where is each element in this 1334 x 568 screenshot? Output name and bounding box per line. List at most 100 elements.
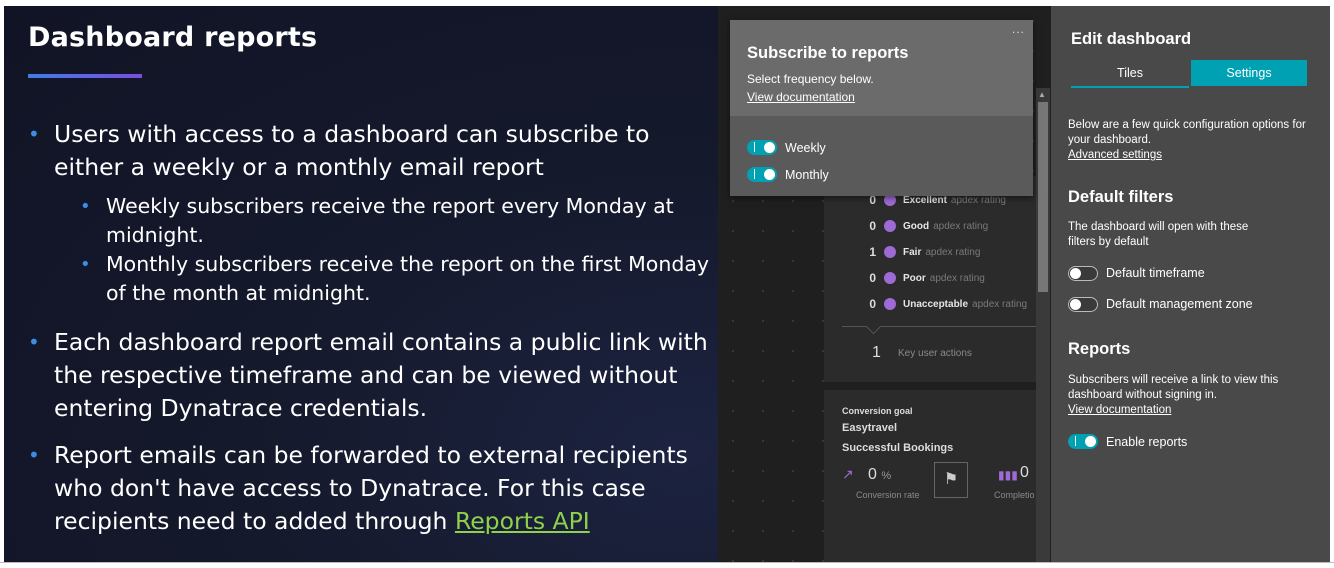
toggle-knob <box>1070 299 1081 310</box>
sub-bullet-item: • Weekly subscribers receive the report … <box>80 192 718 250</box>
completions-value: 0 <box>1020 464 1029 481</box>
apdex-label: Good <box>903 220 930 232</box>
apdex-row: 0 Poor apdex rating <box>824 268 985 288</box>
sub-bullet-text: Weekly subscribers receive the report ev… <box>106 194 674 247</box>
monthly-label: Monthly <box>785 168 829 182</box>
trend-line-icon: ↗ <box>842 466 854 482</box>
bullet-list: • Users with access to a dashboard can s… <box>28 118 718 552</box>
apdex-sub: apdex rating <box>972 298 1028 310</box>
apdex-label: Poor <box>903 272 926 284</box>
apdex-row: 0 Unacceptable apdex rating <box>824 294 1027 314</box>
bullet-dot: • <box>28 443 40 467</box>
reports-heading: Reports <box>1068 340 1131 358</box>
dynatrace-screenshot: 0 Excellent apdex rating 0 Good apdex ra… <box>718 6 1330 562</box>
frame-bottom-border <box>0 562 1334 563</box>
bar-chart-icon: ▮▮▮ <box>998 468 1018 482</box>
bullet-item: • Each dashboard report email contains a… <box>28 326 718 425</box>
monthly-toggle[interactable] <box>747 167 777 182</box>
neutral-face-icon <box>884 246 896 258</box>
apdex-label: Unacceptable <box>903 298 969 310</box>
subscribe-popup: ... Subscribe to reports Select frequenc… <box>730 20 1033 196</box>
default-timeframe-toggle[interactable] <box>1068 266 1098 281</box>
bullet-text-part: Report emails can be forwarded to extern… <box>54 441 688 535</box>
sub-bullet-group: • Weekly subscribers receive the report … <box>28 192 718 308</box>
settings-intro-text: Below are a few quick configuration opti… <box>1068 119 1306 146</box>
toggle-knob <box>1085 436 1096 447</box>
reports-info: Subscribers will receive a link to view … <box>1068 373 1288 418</box>
conversion-rate-unit: % <box>881 470 892 482</box>
apdex-sub: apdex rating <box>950 194 1006 206</box>
popup-title: Subscribe to reports <box>747 44 909 62</box>
bullet-item: • Report emails can be forwarded to exte… <box>28 439 718 538</box>
default-timeframe-label: Default timeframe <box>1106 266 1205 280</box>
toggle-on-mark <box>754 169 755 179</box>
bullet-dot: • <box>28 330 40 354</box>
sub-bullet-item: • Monthly subscribers receive the report… <box>80 250 718 308</box>
settings-intro: Below are a few quick configuration opti… <box>1068 118 1313 163</box>
conversion-goal-tile[interactable]: Conversion goal Easytravel Successful Bo… <box>824 390 1036 562</box>
weekly-toggle[interactable] <box>747 140 777 155</box>
tab-settings[interactable]: Settings <box>1191 60 1307 86</box>
apdex-count: 1 <box>869 245 876 259</box>
default-management-zone-toggle[interactable] <box>1068 297 1098 312</box>
key-actions-label: Key user actions <box>898 348 972 359</box>
conversion-goal-name: Successful Bookings <box>842 442 954 454</box>
sub-bullet-text: Monthly subscribers receive the report o… <box>106 252 710 305</box>
more-options-icon[interactable]: ... <box>1012 22 1025 36</box>
toggle-knob <box>764 142 775 153</box>
enable-reports-label: Enable reports <box>1106 435 1188 449</box>
edit-dashboard-title: Edit dashboard <box>1071 30 1192 48</box>
apdex-label: Fair <box>903 246 922 258</box>
conversion-goal-label: Conversion goal <box>842 406 913 416</box>
conversion-rate-label: Conversion rate <box>856 490 920 500</box>
toggle-on-mark <box>1075 436 1076 446</box>
apdex-count: 0 <box>869 297 876 311</box>
presentation-slide: Dashboard reports • Users with access to… <box>4 6 718 562</box>
apdex-row: 1 Fair apdex rating <box>824 242 980 262</box>
apdex-label: Excellent <box>903 194 947 206</box>
bullet-dot: • <box>28 122 40 146</box>
reports-info-text: Subscribers will receive a link to view … <box>1068 374 1279 401</box>
bullet-text: Report emails can be forwarded to extern… <box>54 439 718 538</box>
apdex-tile[interactable]: 0 Excellent apdex rating 0 Good apdex ra… <box>824 176 1036 382</box>
scroll-up-icon[interactable]: ▲ <box>1038 90 1046 99</box>
bullet-dot: • <box>80 254 91 275</box>
edit-dashboard-panel: Edit dashboard Tiles Settings Below are … <box>1051 6 1330 562</box>
angry-face-icon <box>884 298 896 310</box>
completions-label: Completio <box>994 490 1035 500</box>
bullet-text: Users with access to a dashboard can sub… <box>54 120 650 181</box>
conversion-rate-value: 0 % <box>868 466 891 484</box>
scrollbar-thumb[interactable] <box>1038 102 1048 292</box>
smiley-icon <box>884 220 896 232</box>
bullet-text: Each dashboard report email contains a p… <box>54 328 708 422</box>
bullet-dot: • <box>80 196 91 217</box>
finish-flag-icon: ⚑ <box>934 462 968 498</box>
conversion-app: Easytravel <box>842 422 898 434</box>
conversion-rate-number: 0 <box>868 466 877 483</box>
apdex-sub: apdex rating <box>925 246 981 258</box>
caret-icon <box>865 318 882 335</box>
popup-subtitle: Select frequency below. <box>747 72 874 86</box>
key-actions-count: 1 <box>872 344 881 361</box>
enable-reports-toggle[interactable] <box>1068 434 1098 449</box>
toggle-knob <box>764 169 775 180</box>
slide-title: Dashboard reports <box>28 22 318 53</box>
bullet-item: • Users with access to a dashboard can s… <box>28 118 718 184</box>
apdex-sub: apdex rating <box>933 220 989 232</box>
default-filters-heading: Default filters <box>1068 188 1174 206</box>
weekly-label: Weekly <box>785 141 826 155</box>
apdex-count: 0 <box>869 271 876 285</box>
apdex-row: 0 Good apdex rating <box>824 216 988 236</box>
reports-documentation-link[interactable]: View documentation <box>1068 404 1171 416</box>
title-underline <box>28 74 142 78</box>
toggle-knob <box>1070 268 1081 279</box>
toggle-on-mark <box>754 142 755 152</box>
view-documentation-link[interactable]: View documentation <box>747 90 855 104</box>
reports-api-link[interactable]: Reports API <box>455 507 590 535</box>
sad-face-icon <box>884 272 896 284</box>
default-filters-text: The dashboard will open with these filte… <box>1068 221 1249 248</box>
apdex-count: 0 <box>869 219 876 233</box>
tab-tiles[interactable]: Tiles <box>1071 60 1189 88</box>
advanced-settings-link[interactable]: Advanced settings <box>1068 149 1162 161</box>
default-management-zone-label: Default management zone <box>1106 297 1253 311</box>
